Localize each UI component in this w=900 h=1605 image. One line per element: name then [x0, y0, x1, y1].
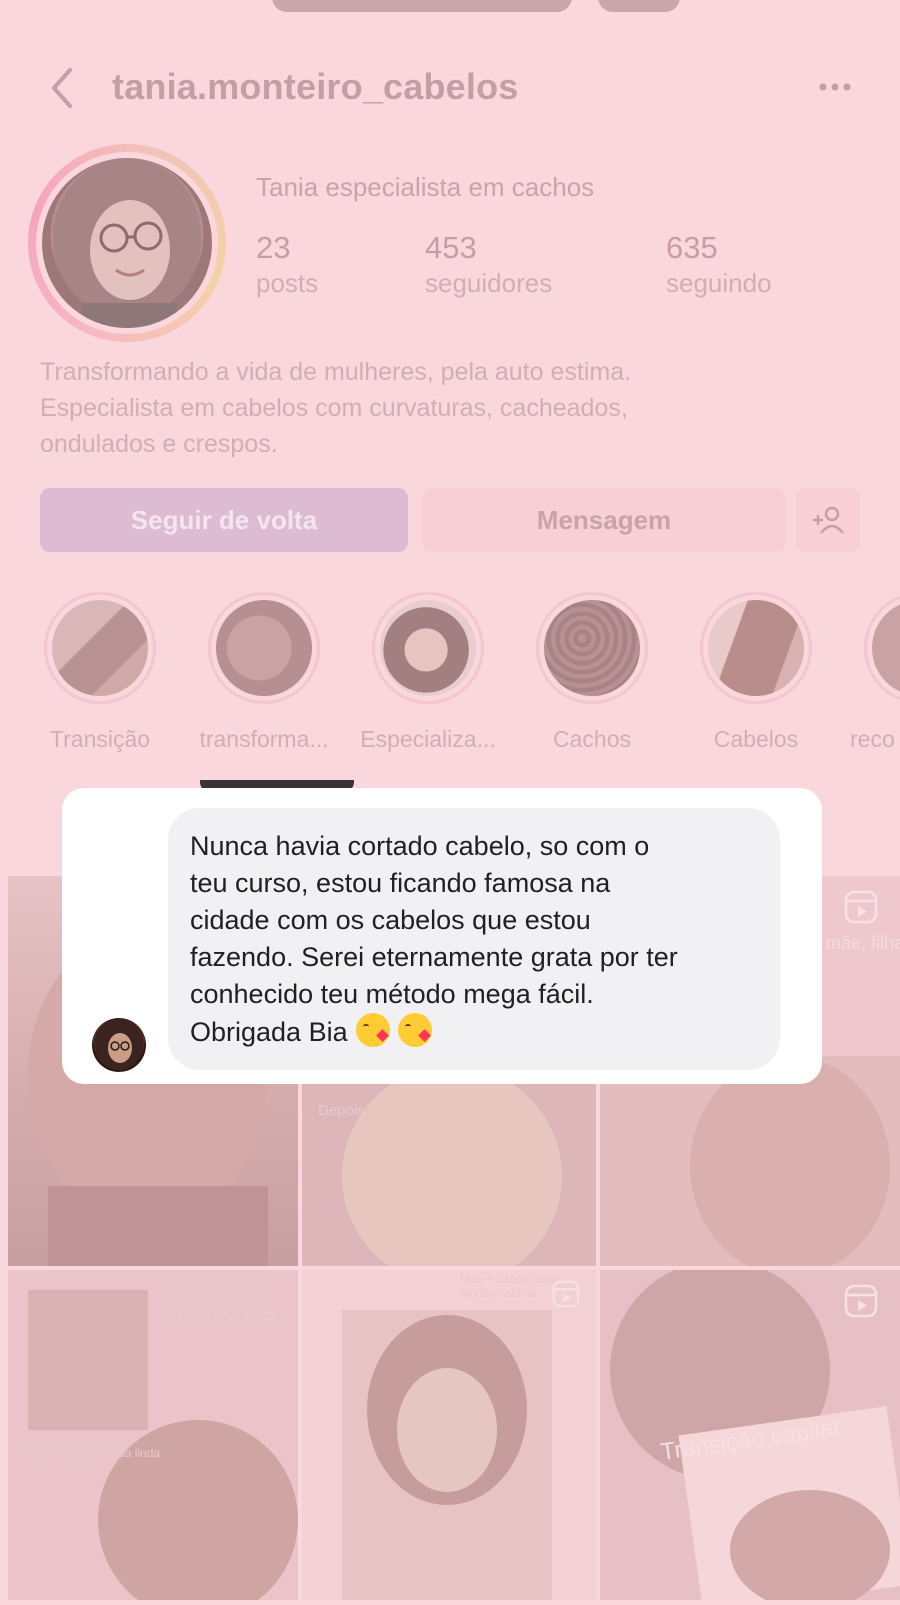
bio-line: ondulados e crespos. [40, 430, 278, 458]
highlight-label: Cabelos [713, 726, 799, 752]
suggested-users-button[interactable] [796, 488, 860, 552]
message-line: fazendo. Serei eternamente grata por ter [190, 942, 678, 972]
post-thumbnail [342, 1310, 552, 1600]
stat-following-label: seguindo [666, 268, 772, 298]
status-bar-pill [272, 0, 572, 12]
highlight-label: reco [850, 726, 895, 752]
bio-line: Especialista em cabelos com curvaturas, … [40, 394, 628, 422]
story-highlights: Transição transforma... Especializa... C… [0, 592, 900, 762]
stat-followers[interactable]: 453 seguidores [425, 230, 552, 299]
message-line: teu curso, estou ficando famosa na [190, 868, 611, 898]
profile-bio: Transformando a vida de mulheres, pela a… [40, 354, 860, 462]
post-caption: Corte big chop, pera quem está na transi… [156, 1274, 266, 1302]
stat-followers-count: 453 [425, 230, 477, 265]
message-button[interactable]: Mensagem [422, 488, 786, 552]
add-user-icon [813, 506, 844, 534]
stat-following[interactable]: 635 seguindo [666, 230, 772, 299]
post-tile[interactable]: Transição capilar. [600, 1260, 900, 1605]
reels-icon [552, 1280, 580, 1308]
profile-username: tania.monteiro_cabelos [112, 66, 519, 107]
message-line: cidade com os cabelos que estou [190, 905, 591, 935]
message-text: Nunca havia cortado cabelo, so com o teu… [190, 828, 760, 1051]
sender-avatar [92, 1018, 146, 1072]
highlight-label: Especializa... [360, 726, 496, 752]
stat-posts-label: posts [256, 268, 319, 298]
post-tile[interactable]: Mãe + cabelo com muitos cachos [302, 1270, 596, 1600]
highlight-label: Transição [49, 726, 151, 752]
post-caption: mãe, filha [826, 933, 900, 953]
message-bubble: Nunca havia cortado cabelo, so com o teu… [168, 808, 780, 1070]
message-line: conhecido teu método mega fácil. [190, 979, 594, 1009]
stat-followers-label: seguidores [425, 268, 553, 298]
more-options-icon[interactable] [818, 82, 852, 92]
story-ring[interactable] [28, 144, 226, 342]
reels-icon [844, 1284, 878, 1318]
post-tile[interactable]: Corte big chop, pera quem está na transi… [8, 1270, 298, 1605]
reels-icon [844, 890, 878, 924]
highlight-label: Cachos [553, 726, 631, 752]
profile-avatar [42, 158, 212, 328]
follow-back-button[interactable]: Seguir de volta [40, 488, 408, 552]
stat-following-count: 635 [666, 230, 718, 265]
kissing-heart-emoji-icon [397, 1013, 432, 1047]
bio-line: Transformando a vida de mulheres, pela a… [40, 358, 632, 386]
message-line: Nunca havia cortado cabelo, so com o [190, 831, 650, 861]
profile-display-name: Tania especialista em cachos [256, 172, 595, 202]
kissing-heart-emoji-icon [355, 1013, 390, 1047]
post-caption: Mais uma cacheada linda [24, 1446, 161, 1460]
stat-posts-count: 23 [256, 230, 291, 265]
stat-posts[interactable]: 23 posts [256, 230, 318, 299]
status-bar-pill-small [598, 0, 680, 12]
highlight-label: transforma... [199, 726, 329, 752]
post-caption: @JAQUECABR [158, 1310, 275, 1327]
post-caption: Depois [318, 1102, 365, 1119]
message-line: Obrigada Bia [190, 1017, 348, 1047]
back-chevron-icon[interactable] [46, 64, 78, 112]
profile-header: tania.monteiro_cabelos [0, 58, 900, 118]
